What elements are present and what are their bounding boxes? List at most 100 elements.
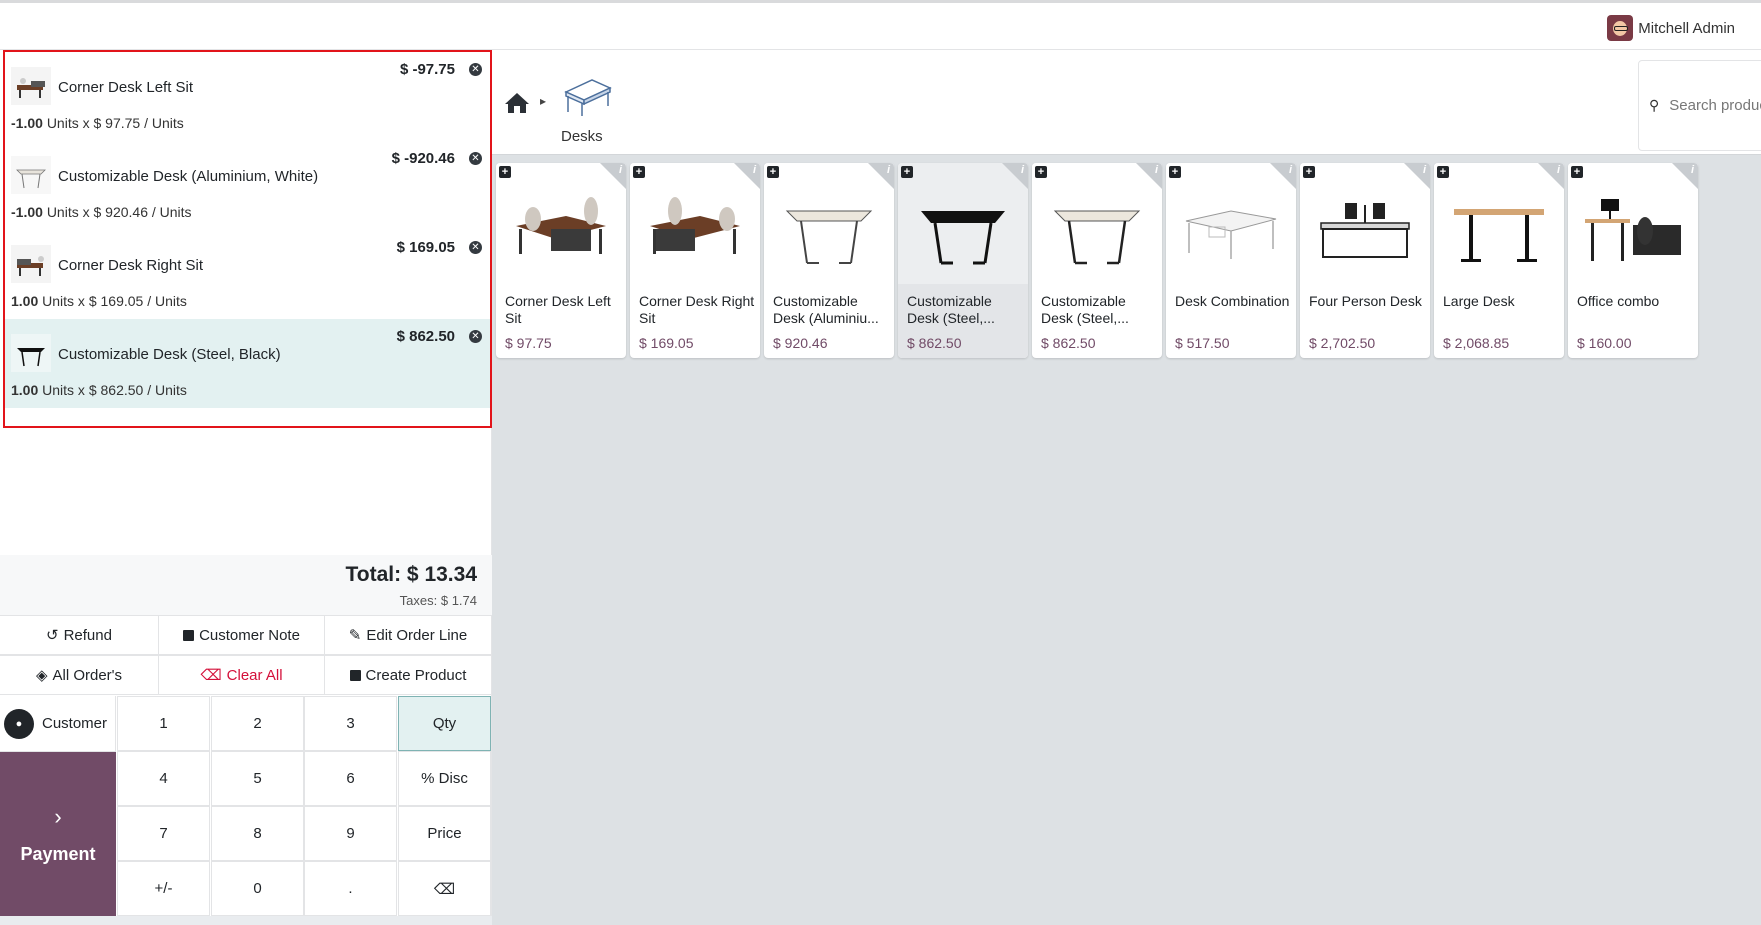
refund-button[interactable]: ↺ Refund (0, 615, 159, 655)
order-line-detail: Units x $ 97.75 / Units (46, 115, 184, 131)
desk-black-image (921, 211, 1005, 265)
order-line[interactable]: Customizable Desk (Aluminium, White) $ -… (5, 141, 490, 230)
category-label[interactable]: Desks (561, 128, 603, 145)
product-name: Office combo (1577, 293, 1660, 309)
key-5[interactable]: 5 (211, 751, 304, 806)
info-icon[interactable]: i (1155, 164, 1158, 176)
add-product-icon[interactable]: + (1169, 166, 1181, 178)
remove-line-icon[interactable]: ✕ (469, 63, 482, 76)
create-product-button[interactable]: Create Product (325, 655, 492, 695)
add-product-icon[interactable]: + (1571, 166, 1583, 178)
key-4[interactable]: 4 (117, 751, 210, 806)
product-name: Desk Combination (1175, 293, 1290, 309)
key-3[interactable]: 3 (304, 696, 397, 751)
key-0[interactable]: 0 (211, 861, 304, 916)
customer-button[interactable]: ● Customer (0, 696, 116, 752)
product-name: Customizable Desk (Steel,... (1041, 293, 1129, 326)
product-card[interactable]: + i Desk Combination $ 517.50 (1166, 163, 1296, 358)
order-line[interactable]: Corner Desk Left Sit $ -97.75 ✕ -1.00 Un… (5, 52, 490, 141)
create-icon (349, 669, 361, 681)
order-panel: Corner Desk Left Sit $ -97.75 ✕ -1.00 Un… (0, 50, 492, 925)
product-name: Customizable Desk (Steel,... (907, 293, 995, 326)
order-line-name: Corner Desk Left Sit (58, 79, 194, 96)
product-card[interactable]: + i Customizable Desk (Steel,... $ 862.5… (898, 163, 1028, 358)
edit-order-line-button[interactable]: ✎ Edit Order Line (325, 615, 492, 655)
product-price: $ 517.50 (1175, 335, 1230, 351)
product-name: Large Desk (1443, 293, 1515, 309)
order-line-name: Corner Desk Right Sit (58, 257, 204, 274)
edit-icon: ✎ (348, 627, 362, 644)
order-line-detail: Units x $ 862.50 / Units (42, 382, 187, 398)
bottom-strip (0, 916, 492, 925)
payment-button[interactable]: › Payment (0, 752, 116, 916)
add-product-icon[interactable]: + (1303, 166, 1315, 178)
product-card[interactable]: + i Customizable Desk (Steel,... $ 862.5… (1032, 163, 1162, 358)
discount-mode-button[interactable]: % Disc (398, 751, 491, 806)
product-card[interactable]: + i Customizable Desk (Aluminiu... $ 920… (764, 163, 894, 358)
info-icon[interactable]: i (887, 164, 890, 176)
remove-line-icon[interactable]: ✕ (469, 330, 482, 343)
product-name: Corner Desk Right Sit (639, 293, 755, 326)
product-price: $ 920.46 (773, 335, 828, 351)
key-plus-minus[interactable]: +/- (117, 861, 210, 916)
product-screen: ▸ Desks ⚲ + i Corner Desk Left Sit $ 97.… (492, 50, 1761, 925)
key-decimal[interactable]: . (304, 861, 397, 916)
desk-combination-image (1185, 210, 1277, 259)
product-price: $ 862.50 (907, 335, 962, 351)
info-icon[interactable]: i (1691, 164, 1694, 176)
product-name: Customizable Desk (Aluminiu... (773, 293, 879, 326)
add-product-icon[interactable]: + (767, 166, 779, 178)
corner-desk-image (516, 197, 606, 254)
search-box[interactable]: ⚲ (1638, 60, 1761, 151)
key-1[interactable]: 1 (117, 696, 210, 751)
desks-category-icon[interactable] (562, 70, 614, 118)
qty-mode-button[interactable]: Qty (398, 696, 491, 751)
info-icon[interactable]: i (1557, 164, 1560, 176)
user-menu[interactable]: Mitchell Admin (1607, 15, 1735, 41)
office-combo-image (1585, 199, 1681, 261)
price-mode-button[interactable]: Price (398, 806, 491, 861)
remove-line-icon[interactable]: ✕ (469, 152, 482, 165)
product-card[interactable]: + i Corner Desk Right Sit $ 169.05 (630, 163, 760, 358)
add-product-icon[interactable]: + (499, 166, 511, 178)
order-line-qty: 1.00 (11, 293, 39, 309)
info-icon[interactable]: i (619, 164, 622, 176)
user-icon: ● (4, 708, 34, 739)
key-6[interactable]: 6 (304, 751, 397, 806)
chevron-right-icon: › (54, 803, 62, 829)
order-line-qty: -1.00 (11, 204, 43, 220)
all-orders-button[interactable]: ◈ All Order's (0, 655, 159, 695)
key-9[interactable]: 9 (304, 806, 397, 861)
info-icon[interactable]: i (1289, 164, 1292, 176)
backspace-button[interactable]: ⌫ (398, 861, 491, 916)
info-icon[interactable]: i (753, 164, 756, 176)
home-icon[interactable] (504, 92, 530, 114)
key-7[interactable]: 7 (117, 806, 210, 861)
product-price: $ 97.75 (505, 335, 552, 351)
remove-line-icon[interactable]: ✕ (469, 241, 482, 254)
order-line[interactable]: Corner Desk Right Sit $ 169.05 ✕ 1.00 Un… (5, 230, 490, 319)
add-product-icon[interactable]: + (633, 166, 645, 178)
add-product-icon[interactable]: + (1437, 166, 1449, 178)
four-person-desk-image (1320, 203, 1410, 258)
product-name: Corner Desk Left Sit (505, 293, 611, 326)
add-product-icon[interactable]: + (1035, 166, 1047, 178)
order-line-name: Customizable Desk (Steel, Black) (58, 346, 281, 363)
order-line-selected[interactable]: Customizable Desk (Steel, Black) $ 862.5… (5, 319, 490, 408)
key-8[interactable]: 8 (211, 806, 304, 861)
note-icon (183, 629, 195, 641)
order-line-detail: Units x $ 169.05 / Units (42, 293, 187, 309)
add-product-icon[interactable]: + (901, 166, 913, 178)
key-2[interactable]: 2 (211, 696, 304, 751)
customer-note-button[interactable]: Customer Note (159, 615, 325, 655)
product-name: Four Person Desk (1309, 293, 1422, 309)
product-card[interactable]: + i Office combo $ 160.00 (1568, 163, 1698, 358)
product-card[interactable]: + i Large Desk $ 2,068.85 (1434, 163, 1564, 358)
search-input[interactable] (1669, 97, 1761, 114)
product-card[interactable]: + i Corner Desk Left Sit $ 97.75 (496, 163, 626, 358)
clear-all-button[interactable]: ⌫ Clear All (159, 655, 325, 695)
info-icon[interactable]: i (1021, 164, 1024, 176)
info-icon[interactable]: i (1423, 164, 1426, 176)
desk-white-thumbnail (11, 156, 51, 194)
product-card[interactable]: + i Four Person Desk $ 2,702.50 (1300, 163, 1430, 358)
